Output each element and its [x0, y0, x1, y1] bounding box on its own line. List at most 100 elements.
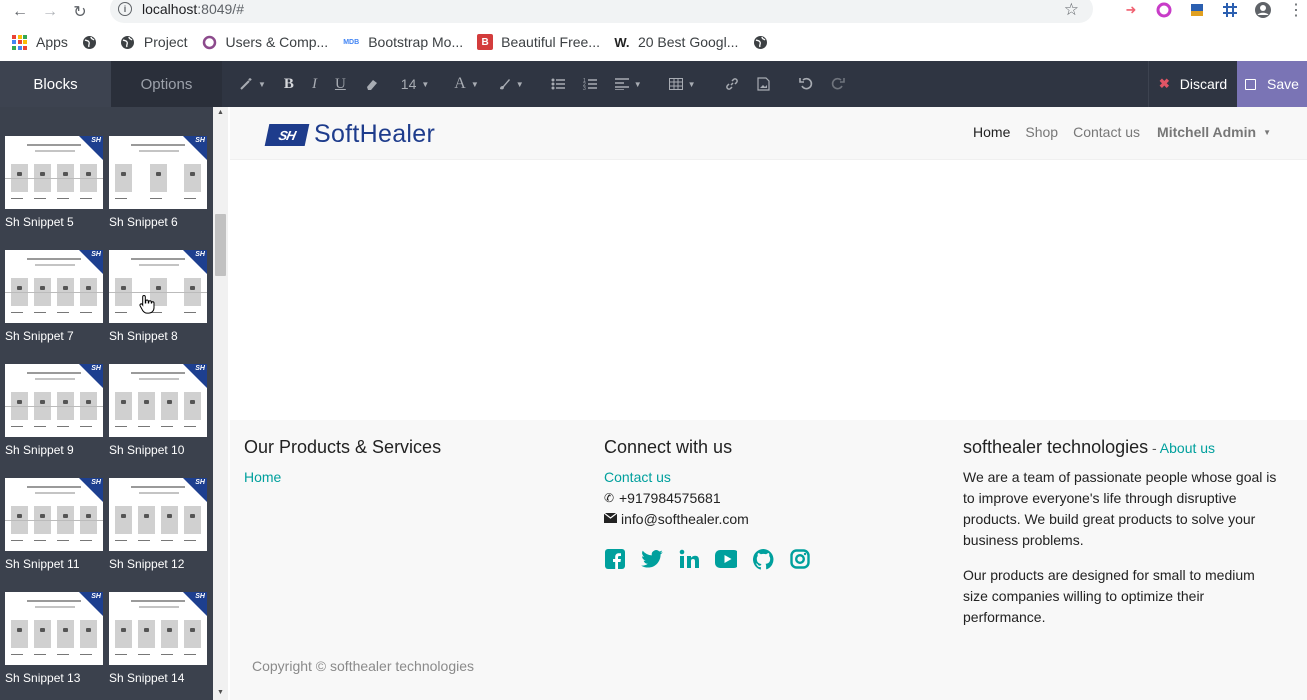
extension-grid-icon[interactable] — [1219, 1, 1241, 19]
apps-grid-icon — [12, 34, 27, 50]
snippets-scrollbar[interactable]: ▲ ▼ — [213, 107, 228, 700]
discard-button[interactable]: ✖ Discard — [1148, 61, 1237, 107]
bookmark-beautiful-free[interactable]: B Beautiful Free... — [477, 34, 600, 50]
scrollbar-thumb[interactable] — [215, 214, 226, 276]
snippet-thumbnail: SH — [5, 478, 103, 551]
snippet-tile[interactable]: SH Sh Snippet 13 — [5, 592, 105, 685]
font-color-dropdown[interactable]: A ▼ — [438, 61, 487, 107]
snippet-label: Sh Snippet 8 — [109, 329, 178, 343]
snippet-thumbnail: SH — [5, 364, 103, 437]
snippet-thumbnail: SH — [109, 250, 207, 323]
align-left-icon — [614, 78, 629, 90]
snippet-tile[interactable]: SH Sh Snippet 7 — [5, 250, 105, 343]
site-logo[interactable]: SH SoftHealer — [264, 120, 436, 149]
back-icon[interactable]: ← — [8, 0, 32, 24]
tab-blocks[interactable]: Blocks — [0, 61, 111, 107]
bookmark-apps[interactable]: Apps — [12, 34, 68, 50]
bookmarks-bar: Apps Project Users & Comp... MDB Bootstra… — [0, 30, 1307, 54]
reload-icon[interactable]: ↻ — [68, 0, 92, 24]
italic-button[interactable]: I — [303, 61, 326, 107]
underline-button[interactable]: U — [326, 61, 355, 107]
media-button[interactable] — [748, 61, 779, 107]
website-preview: SH SoftHealer Home Shop Contact us Mitch… — [230, 107, 1307, 700]
browser-address-bar: ← → ↻ i localhost:8049/# ☆ ➜ ⋮ — [0, 0, 1307, 24]
nav-home[interactable]: Home — [973, 124, 1010, 140]
globe-icon — [120, 34, 136, 50]
snippet-label: Sh Snippet 9 — [5, 443, 74, 457]
bold-button[interactable]: B — [275, 61, 303, 107]
snippet-thumbnail: SH — [5, 592, 103, 665]
link-icon — [725, 78, 738, 90]
sidebar-tabs: Blocks Options — [0, 61, 222, 107]
scroll-up-icon[interactable]: ▲ — [217, 109, 224, 116]
font-size-dropdown[interactable]: 14 ▼ — [387, 61, 439, 107]
globe-icon — [752, 34, 768, 50]
redo-button[interactable] — [822, 61, 854, 107]
odoo-ring-icon — [202, 34, 218, 50]
bookmark-bootstrap[interactable]: MDB Bootstrap Mo... — [342, 34, 463, 50]
url-field[interactable]: i localhost:8049/# ☆ — [110, 0, 1093, 23]
footer-products: Our Products & Services Home — [244, 437, 441, 488]
snippet-tile[interactable]: SH Sh Snippet 14 — [109, 592, 209, 685]
snippet-thumbnail: SH — [109, 136, 207, 209]
extension-color-ring-icon[interactable] — [1153, 1, 1175, 19]
snippet-thumbnail: SH — [109, 478, 207, 551]
footer-contact-link[interactable]: Contact us — [604, 467, 826, 488]
menu-kebab-icon[interactable]: ⋮ — [1285, 1, 1307, 19]
github-icon[interactable] — [752, 548, 774, 570]
list-ul-icon — [551, 78, 565, 90]
ordered-list-button[interactable]: 123 — [574, 61, 606, 107]
tab-options[interactable]: Options — [111, 61, 222, 107]
unordered-list-button[interactable] — [533, 61, 574, 107]
linkedin-icon[interactable] — [678, 548, 700, 570]
profile-icon[interactable] — [1252, 1, 1274, 19]
bookmark-star-icon[interactable]: ☆ — [1064, 0, 1079, 20]
save-button[interactable]: Save — [1237, 61, 1307, 107]
copyright: Copyright © softhealer technologies — [252, 658, 474, 674]
footer-about-text-2: Our products are designed for small to m… — [963, 567, 1255, 625]
snippet-label: Sh Snippet 7 — [5, 329, 74, 343]
snippet-tile[interactable]: SH Sh Snippet 8 — [109, 250, 209, 343]
magic-style-button[interactable]: ▼ — [230, 61, 275, 107]
site-info-icon[interactable]: i — [118, 2, 132, 16]
editor-toolbar: Blocks Options ▼ B I U 14 ▼ A ▼ ▼ 123 ▼ ▼ … — [0, 61, 1307, 107]
link-button[interactable] — [705, 61, 748, 107]
snippet-tile[interactable]: SH Sh Snippet 10 — [109, 364, 209, 457]
eraser-button[interactable] — [355, 61, 387, 107]
footer-about-link[interactable]: About us — [1160, 440, 1215, 456]
snippet-tile[interactable]: SH Sh Snippet 9 — [5, 364, 105, 457]
snippet-tile[interactable]: SH Sh Snippet 5 — [5, 136, 105, 229]
snippet-label: Sh Snippet 6 — [109, 215, 178, 229]
bookmark-20-best[interactable]: W. 20 Best Googl... — [614, 34, 738, 50]
snippet-tile[interactable]: SH Sh Snippet 11 — [5, 478, 105, 571]
site-nav: Home Shop Contact us Mitchell Admin ▼ — [958, 124, 1271, 140]
table-dropdown[interactable]: ▼ — [651, 61, 705, 107]
youtube-icon[interactable] — [715, 548, 737, 570]
extension-arrow-icon[interactable]: ➜ — [1120, 1, 1142, 19]
footer-phone: ✆ +917984575681 — [604, 488, 826, 509]
bookmark-project[interactable]: Project — [120, 34, 188, 50]
facebook-icon[interactable] — [604, 548, 626, 570]
background-color-dropdown[interactable]: ▼ — [488, 61, 533, 107]
snippet-tile[interactable]: SH Sh Snippet 6 — [109, 136, 209, 229]
footer-products-title: Our Products & Services — [244, 437, 442, 457]
twitter-icon[interactable] — [641, 548, 663, 570]
forward-icon[interactable]: → — [38, 0, 62, 24]
footer-company-title: softhealer technologies - About us — [963, 437, 1216, 457]
bookmark-globe-2[interactable] — [752, 34, 776, 50]
user-menu[interactable]: Mitchell Admin ▼ — [1157, 124, 1271, 140]
nav-shop[interactable]: Shop — [1025, 124, 1058, 140]
logo-text: SoftHealer — [314, 120, 436, 148]
snippet-tile[interactable]: SH Sh Snippet 12 — [109, 478, 209, 571]
bookmark-users-companies[interactable]: Users & Comp... — [202, 34, 328, 50]
nav-contact[interactable]: Contact us — [1073, 124, 1140, 140]
w-logo-icon: W. — [614, 34, 630, 50]
instagram-icon[interactable] — [789, 548, 811, 570]
align-dropdown[interactable]: ▼ — [606, 61, 651, 107]
bookmark-globe[interactable] — [82, 34, 106, 50]
extension-window-icon[interactable] — [1186, 1, 1208, 19]
scroll-down-icon[interactable]: ▼ — [217, 689, 224, 696]
footer-email: info@softhealer.com — [603, 509, 826, 530]
footer-home-link[interactable]: Home — [244, 467, 441, 488]
undo-button[interactable] — [779, 61, 822, 107]
